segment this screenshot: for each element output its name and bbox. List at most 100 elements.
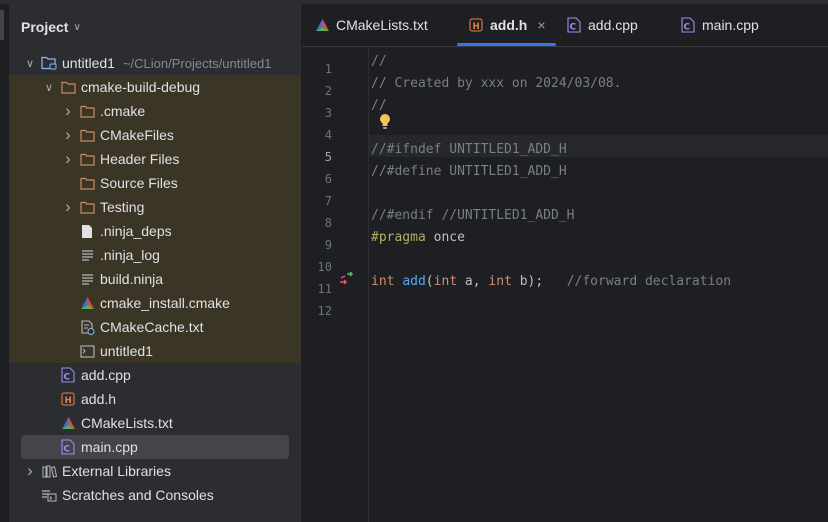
code-token: //#endif //UNTITLED1_ADD_H — [371, 208, 575, 223]
tree-item-label: add.cpp — [81, 367, 131, 383]
tree-item[interactable]: CMakeCache.txt — [9, 315, 301, 339]
tree-item-label: add.h — [81, 391, 117, 407]
line-number: 4 — [324, 128, 332, 142]
chevron-right-icon[interactable]: › — [61, 197, 75, 217]
tree-item[interactable]: .ninja_log — [9, 243, 301, 267]
editor-tab-bar: CMakeLists.txt Hadd.h × Cadd.cpp Cmain.cpp — [302, 4, 828, 47]
go-to-implementation-icon[interactable] — [338, 270, 356, 288]
code-line[interactable]: int add(int a, int b); //forward declara… — [371, 271, 731, 293]
code-token: once — [425, 230, 465, 245]
code-line[interactable]: //#define UNTITLED1_ADD_H — [371, 161, 567, 183]
chevron-right-icon[interactable]: › — [23, 461, 37, 481]
chevron-down-icon: ∨ — [73, 21, 81, 33]
code-token: int — [488, 274, 512, 289]
close-tab-icon[interactable]: × — [537, 17, 545, 33]
chevron-down-icon[interactable]: ∨ — [23, 57, 37, 70]
tree-item-label: untitled1 — [100, 343, 153, 359]
svg-text:H: H — [473, 22, 480, 32]
tree-item-label: Header Files — [100, 151, 180, 167]
line-number: 5 — [324, 150, 332, 164]
tree-item[interactable]: Scratches and Consoles — [9, 483, 301, 507]
cmake-icon — [79, 295, 95, 311]
folder-icon — [79, 103, 95, 119]
cmake-icon — [314, 17, 330, 33]
tree-item[interactable]: › CMakeFiles — [9, 123, 301, 147]
tree-item[interactable]: Cadd.cpp — [9, 363, 301, 387]
line-number: 11 — [317, 282, 332, 296]
code-line[interactable]: #pragma once — [371, 227, 465, 249]
module-folder-icon — [41, 55, 57, 71]
editor-tab[interactable]: CMakeLists.txt — [314, 4, 428, 46]
cpp-file-icon: C — [60, 439, 76, 455]
editor-tab[interactable]: Hadd.h × — [468, 4, 546, 46]
code-token: int — [371, 274, 395, 289]
tree-item[interactable]: untitled1 — [9, 339, 301, 363]
project-view-selector[interactable]: Project ∨ — [21, 17, 81, 37]
text-file-icon — [79, 247, 95, 263]
code-token: ( — [425, 274, 434, 289]
code-token: //#ifndef UNTITLED1_ADD_H — [371, 142, 567, 157]
project-panel-title: Project — [21, 19, 69, 35]
tree-item-label: .ninja_log — [100, 247, 160, 263]
editor-tab[interactable]: Cmain.cpp — [680, 4, 759, 46]
tree-item-label: main.cpp — [81, 439, 138, 455]
header-file-icon: H — [60, 391, 76, 407]
tree-item-label: CMakeLists.txt — [81, 415, 173, 431]
tree-item[interactable]: build.ninja — [9, 267, 301, 291]
line-number-gutter[interactable]: 1 2 3 4 5 6 7 8 9 10 11 12 — [302, 47, 369, 522]
code-line[interactable]: //#ifndef UNTITLED1_ADD_H — [371, 139, 567, 161]
tree-item[interactable]: ∨ cmake-build-debug — [9, 75, 301, 99]
code-token: int — [433, 274, 458, 289]
cpp-file-icon: C — [680, 17, 696, 33]
chevron-down-icon[interactable]: ∨ — [42, 81, 56, 94]
tree-item-label: .cmake — [100, 103, 146, 119]
chevron-right-icon[interactable]: › — [61, 101, 75, 121]
code-token: #pragma — [371, 230, 426, 245]
chevron-right-icon[interactable]: › — [61, 125, 75, 145]
line-number: 7 — [324, 194, 332, 208]
editor-tab-label: main.cpp — [702, 17, 759, 33]
cpp-file-icon: C — [566, 17, 582, 33]
tree-item[interactable]: › Testing — [9, 195, 301, 219]
tree-item[interactable]: CMakeLists.txt — [9, 411, 301, 435]
tool-window-strip — [0, 4, 9, 522]
folder-icon — [79, 175, 95, 191]
project-tool-button[interactable] — [0, 10, 4, 40]
editor-tab-label: add.cpp — [588, 17, 638, 33]
tree-item[interactable]: .ninja_deps — [9, 219, 301, 243]
svg-text:H: H — [65, 396, 72, 406]
tree-item[interactable]: › Header Files — [9, 147, 301, 171]
tree-item[interactable]: Cmain.cpp — [21, 435, 289, 459]
folder-icon — [79, 151, 95, 167]
file-icon — [79, 223, 95, 239]
tree-item[interactable]: › .cmake — [9, 99, 301, 123]
code-line[interactable]: // — [371, 51, 387, 73]
editor-tab-label: add.h — [490, 17, 528, 33]
cmake-icon — [60, 415, 76, 431]
line-number: 2 — [324, 84, 332, 98]
code-token: // — [371, 54, 387, 69]
svg-text:C: C — [684, 23, 691, 33]
editor-tab[interactable]: Cadd.cpp — [566, 4, 638, 46]
tree-item-label: .ninja_deps — [100, 223, 172, 239]
code-token: add — [402, 274, 426, 289]
folder-icon — [79, 199, 95, 215]
code-line[interactable]: // — [371, 95, 387, 117]
tree-item-label: cmake_install.cmake — [100, 295, 230, 311]
tree-item[interactable]: Source Files — [9, 171, 301, 195]
text-file-icon — [79, 271, 95, 287]
code-line[interactable]: //#endif //UNTITLED1_ADD_H — [371, 205, 575, 227]
tree-item[interactable]: › External Libraries — [9, 459, 301, 483]
code-token: // Created by xxx on 2024/03/08. — [371, 76, 622, 91]
chevron-right-icon[interactable]: › — [61, 149, 75, 169]
tree-item-label: CMakeCache.txt — [100, 319, 204, 335]
tree-item-label: cmake-build-debug — [81, 79, 201, 95]
tree-item-label: Testing — [100, 199, 145, 215]
tree-item[interactable]: cmake_install.cmake — [9, 291, 301, 315]
cmake-cache-icon — [79, 319, 95, 335]
code-token: b); — [511, 274, 567, 289]
tree-item[interactable]: ∨ untitled1 ~/CLion/Projects/untitled1 — [9, 51, 301, 75]
line-number: 8 — [324, 216, 332, 230]
tree-item[interactable]: Hadd.h — [9, 387, 301, 411]
code-line[interactable]: // Created by xxx on 2024/03/08. — [371, 73, 621, 95]
